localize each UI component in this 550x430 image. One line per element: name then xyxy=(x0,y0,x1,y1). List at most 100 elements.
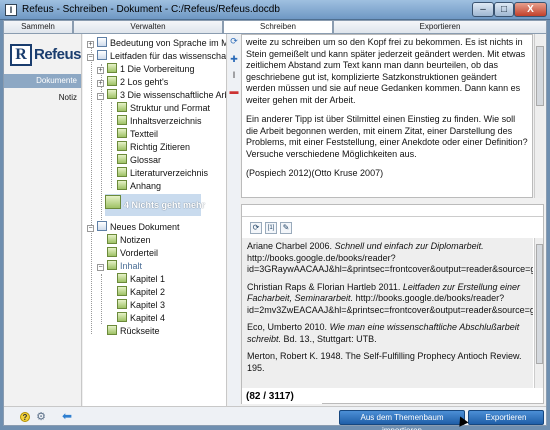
section-icon xyxy=(117,128,127,138)
reference-panel: ⟳ [1] ✎ Ariane Charbel 2006. Schnell und… xyxy=(241,204,544,404)
chapter-icon xyxy=(105,195,121,209)
section-icon xyxy=(107,247,117,257)
export-button[interactable]: Exportieren xyxy=(468,410,544,425)
tree-item[interactable]: +1 Die Vorbereitung xyxy=(97,63,195,76)
tree-item[interactable]: Inhaltsverzeichnis xyxy=(117,115,202,128)
close-button[interactable]: X xyxy=(514,2,547,17)
reference-scrollbar[interactable] xyxy=(534,238,543,388)
section-icon xyxy=(117,115,127,125)
chapter-icon xyxy=(117,286,127,296)
expand-icon[interactable]: + xyxy=(97,80,104,87)
sidebar-item-documents[interactable]: Dokumente xyxy=(4,74,81,88)
main-tabs: Sammeln Verwalten Schreiben Exportieren xyxy=(3,20,547,33)
logo-mark: R xyxy=(10,44,32,66)
section-icon xyxy=(117,167,127,177)
tree-item[interactable]: Struktur und Format xyxy=(117,102,210,115)
reference-list: Ariane Charbel 2006. Schnell und einfach… xyxy=(242,238,533,388)
tree-line xyxy=(101,274,102,324)
expand-icon[interactable]: + xyxy=(87,41,94,48)
tree-item[interactable]: Rückseite xyxy=(107,325,160,338)
tree-item-selected[interactable]: 4 Nichts geht mehr xyxy=(105,194,205,216)
sidebar-item-notes[interactable]: Notiz xyxy=(4,92,81,104)
document-tree: +Bedeutung von Sprache im Migra −Leitfad… xyxy=(83,34,227,406)
help-icon[interactable]: ? xyxy=(20,412,30,422)
collapse-icon[interactable]: − xyxy=(87,225,94,232)
tree-item[interactable]: Literaturverzeichnis xyxy=(117,167,208,180)
tree-item[interactable]: +2 Los geht's xyxy=(97,76,168,89)
editor-scrollbar[interactable] xyxy=(534,34,544,198)
editor-paragraph: weite zu schreiben um so den Kopf frei z… xyxy=(246,37,526,105)
chapter-icon xyxy=(117,299,127,309)
tree-item[interactable]: Notizen xyxy=(107,234,151,247)
text-editor[interactable]: weite zu schreiben um so den Kopf frei z… xyxy=(241,34,533,198)
tree-item[interactable]: Richtig Zitieren xyxy=(117,141,190,154)
section-icon xyxy=(107,325,117,335)
title-bar: I Refeus - Schreiben - Dokument - C:/Ref… xyxy=(0,0,550,20)
chapter-icon xyxy=(107,76,117,86)
text-cursor-icon[interactable]: I xyxy=(229,70,239,80)
main-frame: R Refeus Dokumente Notiz + Bedeutung von … xyxy=(3,33,547,430)
document-icon xyxy=(97,221,107,231)
tree-item[interactable]: Vorderteil xyxy=(107,247,158,260)
import-from-tree-button[interactable]: Aus dem Themenbaum importieren xyxy=(339,410,465,430)
chapter-icon xyxy=(107,89,117,99)
collapse-icon[interactable]: − xyxy=(97,264,104,271)
chapter-icon xyxy=(107,63,117,73)
tree-item[interactable]: Textteil xyxy=(117,128,158,141)
refresh-icon[interactable]: ⟳ xyxy=(229,36,239,46)
citation-text[interactable]: (Pospiech 2012)(Otto Kruse 2007) xyxy=(246,168,528,180)
tab-verwalten[interactable]: Verwalten xyxy=(73,20,223,33)
refresh-icon[interactable]: ⟳ xyxy=(250,222,262,234)
tab-exportieren[interactable]: Exportieren xyxy=(333,20,547,33)
logo-text: Refeus xyxy=(34,46,82,63)
document-icon xyxy=(97,37,107,47)
section-icon xyxy=(117,154,127,164)
collapse-icon[interactable]: − xyxy=(97,93,104,100)
notes-icon xyxy=(107,234,117,244)
editor-paragraph: Ein anderer Tipp ist über Stilmittel ein… xyxy=(246,114,528,159)
citation-number-icon[interactable]: [1] xyxy=(265,222,277,234)
tab-sammeln[interactable]: Sammeln xyxy=(3,20,73,33)
tree-item[interactable]: Anhang xyxy=(117,180,161,193)
tree-line xyxy=(91,42,92,227)
tree-item[interactable]: −3 Die wissenschaftliche Arbe xyxy=(97,89,226,102)
scrollbar-thumb[interactable] xyxy=(536,46,544,106)
tree-item[interactable]: − Leitfaden für das wissenschaftlic xyxy=(87,50,226,63)
list-item[interactable]: Ariane Charbel 2006. Schnell und einfach… xyxy=(247,241,533,276)
list-item[interactable]: Merton, Robert K. 1948. The Self-Fulfill… xyxy=(247,351,528,374)
tree-item[interactable]: Glossar xyxy=(117,154,161,167)
tree-line xyxy=(111,102,112,188)
window-title: Refeus - Schreiben - Dokument - C:/Refeu… xyxy=(22,4,280,15)
tree-item[interactable]: Kapitel 1 xyxy=(117,273,165,286)
tree-item[interactable]: Kapitel 3 xyxy=(117,299,165,312)
collapse-icon[interactable]: − xyxy=(87,54,94,61)
refeus-logo: R Refeus xyxy=(10,44,82,66)
tab-schreiben[interactable]: Schreiben xyxy=(223,20,333,33)
section-icon xyxy=(117,141,127,151)
scrollbar-thumb[interactable] xyxy=(536,244,543,364)
maximize-button[interactable]: □ xyxy=(494,2,514,17)
list-item[interactable]: Christian Raps & Florian Hartleb 2011. L… xyxy=(247,282,533,317)
chapter-icon xyxy=(117,312,127,322)
section-icon xyxy=(117,180,127,190)
list-item[interactable]: Eco, Umberto 2010. Wie man eine wissensc… xyxy=(247,322,528,345)
panel-splitter[interactable] xyxy=(242,205,543,217)
add-icon[interactable]: ✚ xyxy=(229,54,239,64)
editor-side-toolbar: ⟳ ✚ I ▬ xyxy=(228,34,240,406)
section-icon xyxy=(107,260,117,270)
gear-icon[interactable]: ⚙ xyxy=(35,411,47,423)
edit-icon[interactable]: ✎ xyxy=(280,222,292,234)
sidebar: R Refeus Dokumente Notiz xyxy=(4,34,82,406)
expand-icon[interactable]: + xyxy=(97,67,104,74)
tree-item[interactable]: Kapitel 2 xyxy=(117,286,165,299)
tree-item[interactable]: +Bedeutung von Sprache im Migra xyxy=(87,37,226,50)
tree-item[interactable]: − Inhalt xyxy=(97,260,142,273)
back-arrow-icon[interactable]: ⬅ xyxy=(60,410,74,422)
chapter-icon xyxy=(117,273,127,283)
minimize-button[interactable]: – xyxy=(472,2,494,17)
tree-item[interactable]: Kapitel 4 xyxy=(117,312,165,325)
document-icon xyxy=(97,50,107,60)
remove-icon[interactable]: ▬ xyxy=(229,86,239,96)
tree-item[interactable]: − Neues Dokument xyxy=(87,221,180,234)
section-icon xyxy=(117,102,127,112)
